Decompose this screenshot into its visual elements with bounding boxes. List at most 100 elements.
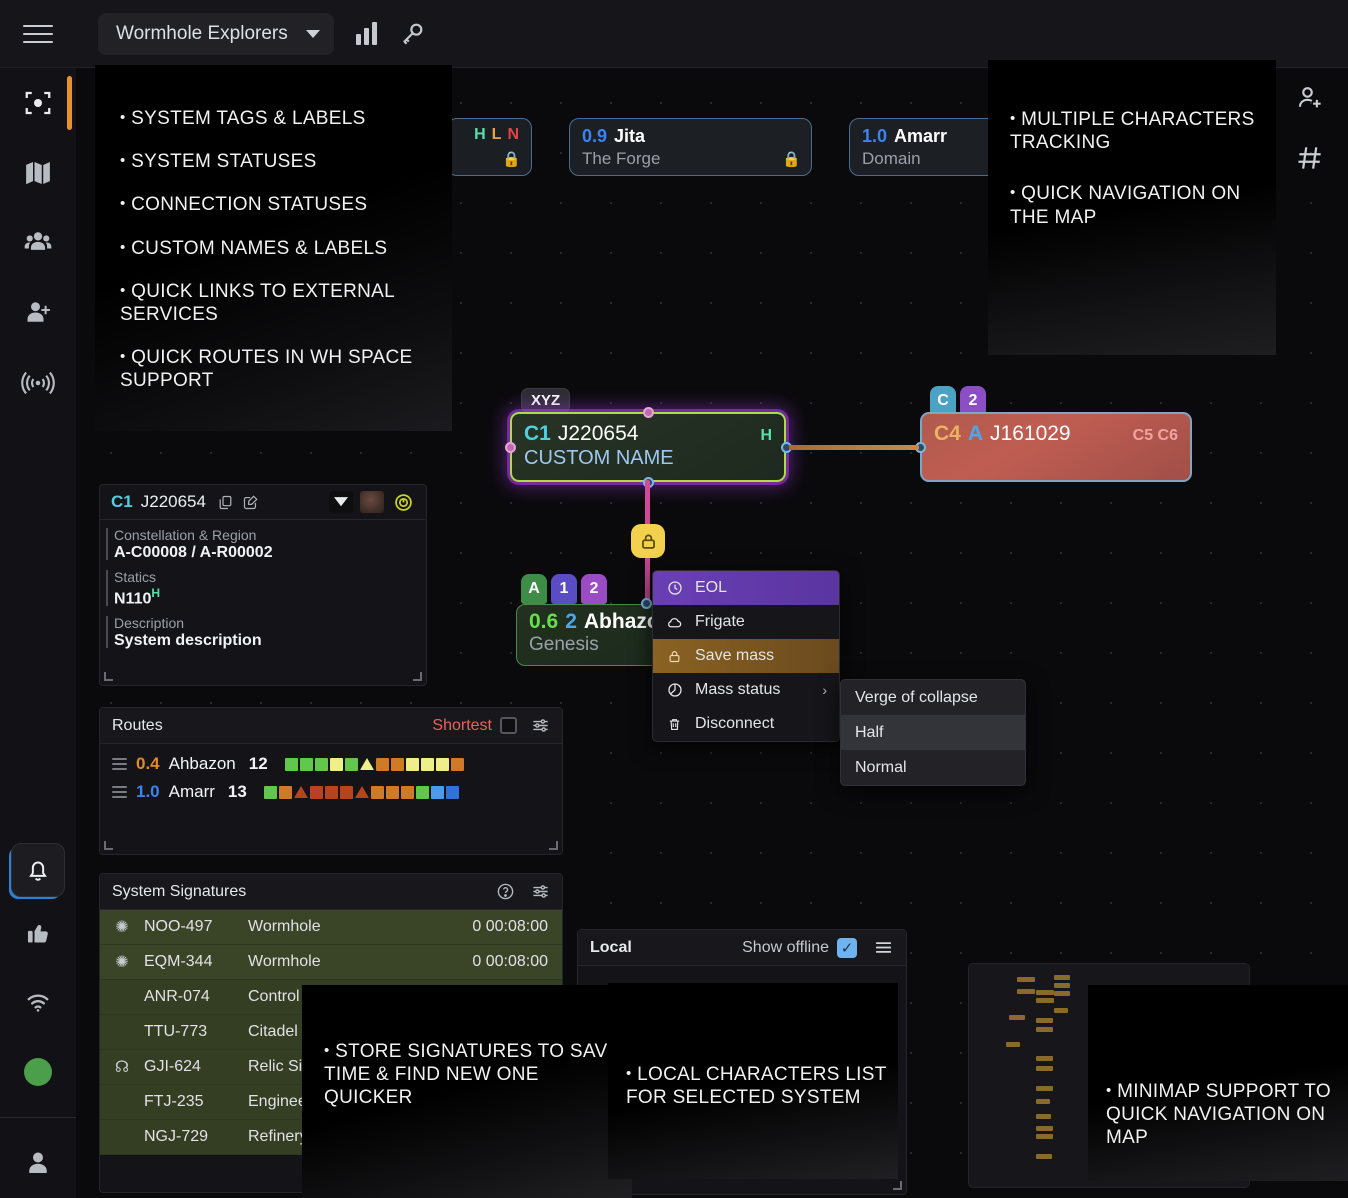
field-value: N110H [114,586,426,608]
resize-corner [104,841,113,850]
map-node-thera[interactable]: H L N 🔒 [447,118,532,176]
overlay-bullet: • CUSTOM NAMES & LABELS [120,237,452,260]
route-row[interactable]: 1.0 Amarr 13 [100,778,562,806]
system-field-constellation: Constellation & Region A-C00008 / A-R000… [100,520,426,562]
left-sidebar [0,68,76,1198]
sidebar-item-characters[interactable] [0,208,76,278]
submenu-item-verge[interactable]: Verge of collapse [841,680,1025,715]
sidebar-item-broadcast[interactable] [0,348,76,418]
zkill-icon[interactable] [360,491,384,513]
node-name: Jita [614,126,645,147]
panel-title: Routes [112,717,163,735]
lock-icon: 🔒 [782,150,801,168]
field-key: Constellation & Region [114,527,426,543]
signatures-header: System Signatures [100,874,562,910]
dotlan-icon[interactable] [329,491,353,513]
route-row[interactable]: 0.4 Ahbazon 12 [100,750,562,778]
route-security: 1.0 [136,782,160,802]
routes-header: Routes Shortest [100,708,562,744]
resize-corner[interactable] [413,672,422,681]
sliders-icon[interactable] [531,882,550,901]
node-label-pill[interactable]: XYZ [521,388,570,413]
resize-corner[interactable] [549,841,558,850]
overlay-bullet: • LOCAL CHARACTERS LIST FOR SELECTED SYS… [626,1063,898,1109]
system-name: J220654 [141,492,206,512]
question-icon[interactable] [496,882,515,901]
project-selector[interactable]: Wormhole Explorers [98,13,334,55]
menu-item-frigate[interactable]: Frigate [653,605,839,639]
submenu-item-half[interactable]: Half [841,715,1025,750]
drag-handle-icon[interactable] [112,783,127,801]
show-offline-checkbox[interactable]: ✓ [837,938,857,958]
routes-mode-label[interactable]: Shortest [432,717,492,735]
map-node-j220654[interactable]: C1 J220654 H CUSTOM NAME [510,412,786,482]
node-handle-left[interactable] [505,442,516,453]
node-tag-l: L [492,126,502,144]
overlay-bullet: • SYSTEM STATUSES [120,150,452,173]
sidebar-item-feedback[interactable] [0,897,76,967]
signature-id: GJI-624 [144,1058,248,1076]
table-row[interactable]: ✺ EQM-344 Wormhole 0 00:08:00 [100,945,562,980]
menu-item-mass-status[interactable]: Mass status › [653,673,839,707]
menu-item-eol[interactable]: EOL [653,571,839,605]
resize-corner[interactable] [893,1181,902,1190]
table-row[interactable]: ✺ NOO-497 Wormhole 0 00:08:00 [100,910,562,945]
system-info-panel: C1 J220654 Constellation & Region A-C000… [99,484,427,686]
overlay-bullet: • QUICK LINKS TO EXTERNAL SERVICES [120,280,452,326]
node-security: 0.6 [529,610,558,634]
routes-mode-checkbox[interactable] [500,717,517,734]
signature-time: 0 00:08:00 [472,953,562,971]
node-static-tag: H [760,427,772,445]
clock-icon [666,580,683,596]
node-tags-abhazon[interactable]: A 1 2 [521,574,607,604]
relic-icon: ☊ [100,1057,144,1077]
signature-id: NGJ-729 [144,1128,248,1146]
node-tag-h: H [474,126,486,144]
overlay-features-top-right: • MULTIPLE CHARACTERS TRACKING • QUICK N… [988,60,1276,355]
copy-icon[interactable] [217,494,234,511]
sidebar-item-profile[interactable] [0,1128,76,1198]
menu-item-label: Disconnect [695,715,774,733]
node-handle-top[interactable] [641,598,652,609]
node-tag[interactable]: 2 [581,574,607,604]
field-key: Statics [114,569,426,585]
key-icon[interactable] [399,21,425,47]
sidebar-item-tracking[interactable] [0,68,76,138]
sidebar-item-add-character[interactable] [0,278,76,348]
mass-status-submenu[interactable]: Verge of collapse Half Normal [840,679,1026,786]
connection-context-menu[interactable]: EOL Frigate Save mass Mass status › Di [652,570,840,742]
sidebar-item-status[interactable] [0,1037,76,1107]
chevron-down-icon [306,30,320,38]
anoik-icon[interactable] [391,491,415,513]
menu-item-disconnect[interactable]: Disconnect [653,707,839,741]
panel-title: Local [590,939,632,957]
overlay-bullet: • QUICK ROUTES IN WH SPACE SUPPORT [120,346,452,392]
bar-chart-icon[interactable] [356,23,377,45]
add-user-icon[interactable] [1272,68,1348,128]
connection-lock-icon[interactable] [631,524,665,558]
node-tag[interactable]: A [521,574,547,604]
map-connection-horizontal[interactable] [789,445,919,450]
sliders-icon[interactable] [531,716,550,735]
drag-handle-icon[interactable] [112,755,127,773]
overlay-features-top-left: • SYSTEM TAGS & LABELS • SYSTEM STATUSES… [95,65,452,431]
hamburger-icon[interactable] [0,0,76,68]
project-name: Wormhole Explorers [116,23,288,45]
sidebar-item-map[interactable] [0,138,76,208]
route-name: Ahbazon [169,754,236,774]
sidebar-item-notifications[interactable] [11,843,65,897]
node-class: C1 [524,422,551,446]
node-handle-top[interactable] [643,407,654,418]
node-tag[interactable]: 1 [551,574,577,604]
submenu-item-normal[interactable]: Normal [841,750,1025,785]
node-name: Amarr [894,126,947,147]
hash-icon[interactable] [1272,128,1348,188]
status-dot-icon [24,1058,52,1086]
hamburger-icon[interactable] [873,937,894,958]
edit-icon[interactable] [242,494,259,511]
sidebar-item-connection[interactable] [0,967,76,1037]
overlay-features-minimap: • MINIMAP SUPPORT TO QUICK NAVIGATION ON… [1088,985,1348,1181]
menu-item-save-mass[interactable]: Save mass [653,639,839,673]
map-node-j161029[interactable]: C4 A J161029 C5 C6 [920,412,1192,482]
map-node-jita[interactable]: 0.9 Jita The Forge 🔒 [569,118,812,176]
